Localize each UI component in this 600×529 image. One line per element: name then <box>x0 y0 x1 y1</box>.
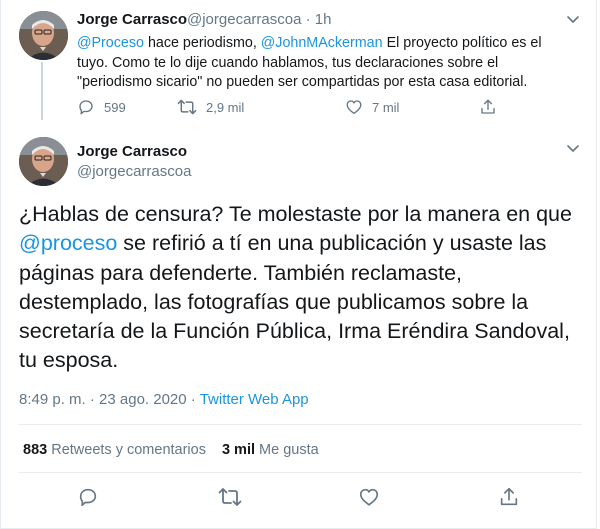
tweet-text: ¿Hablas de censura? Te molestaste por la… <box>19 200 587 376</box>
divider <box>19 472 582 473</box>
source-link[interactable]: Twitter Web App <box>200 391 309 408</box>
time-ago[interactable]: 1h <box>315 11 332 28</box>
tweet-actions <box>1 486 600 512</box>
retweet-icon <box>218 488 242 506</box>
mention-link[interactable]: @Proceso <box>77 35 144 51</box>
avatar[interactable] <box>19 11 68 60</box>
retweet-button[interactable] <box>218 486 242 513</box>
thread-line <box>41 62 43 120</box>
share-button[interactable] <box>498 486 520 513</box>
likes-stat[interactable]: 3 mil Me gusta <box>222 442 319 458</box>
likes-label: Me gusta <box>259 442 319 458</box>
tweet-actions: 599 2,9 mil 7 mil <box>77 98 507 120</box>
tweet-text: @Proceso hace periodismo, @JohnMAckerman… <box>77 34 567 93</box>
timestamp[interactable]: 8:49 p. m. · 23 ago. 2020 · <box>19 391 200 408</box>
mention-link[interactable]: @JohnMAckerman <box>261 35 383 51</box>
reply-button[interactable] <box>77 486 99 513</box>
retweet-icon <box>177 99 197 115</box>
author-handle-time: @jorgecarrascoa · 1h <box>187 11 332 28</box>
tweet-meta: 8:49 p. m. · 23 ago. 2020 · Twitter Web … <box>19 391 309 408</box>
avatar[interactable] <box>19 137 68 186</box>
like-count: 7 mil <box>372 99 400 115</box>
reply-icon <box>79 100 93 115</box>
like-icon <box>346 100 362 115</box>
tweet-thread: Jorge Carrasco @jorgecarrascoa · 1h @Pro… <box>0 0 597 529</box>
tweet-text-part: hace periodismo, <box>143 35 261 51</box>
share-icon <box>481 99 495 114</box>
retweets-label: Retweets y comentarios <box>51 442 206 458</box>
share-icon <box>500 487 518 506</box>
like-button[interactable] <box>358 486 380 513</box>
chevron-down-icon[interactable] <box>566 15 580 25</box>
author-name[interactable]: Jorge Carrasco <box>77 143 187 160</box>
retweet-count: 2,9 mil <box>206 99 245 115</box>
like-button[interactable]: 7 mil <box>345 98 399 116</box>
tweet-text-part: ¿Hablas de censura? Te molestaste por la… <box>19 202 572 226</box>
chevron-down-icon[interactable] <box>566 144 580 154</box>
share-button[interactable] <box>479 98 497 116</box>
reply-button[interactable]: 599 <box>77 98 126 116</box>
retweets-stat[interactable]: 883 Retweets y comentarios <box>23 442 206 458</box>
author-handle[interactable]: @jorgecarrascoa <box>77 163 191 180</box>
like-icon <box>359 488 379 506</box>
likes-count: 3 mil <box>221 442 256 458</box>
retweets-count: 883 <box>23 442 48 458</box>
mention-link[interactable]: @proceso <box>19 231 117 255</box>
reply-count: 599 <box>104 99 126 115</box>
tweet-stats: 883 Retweets y comentarios 3 mil Me gusta <box>23 442 319 458</box>
retweet-button[interactable]: 2,9 mil <box>177 98 244 116</box>
author-handle[interactable]: @jorgecarrascoa <box>187 11 301 28</box>
reply-icon <box>79 488 97 507</box>
author-name[interactable]: Jorge Carrasco <box>77 11 187 28</box>
divider <box>19 424 582 425</box>
